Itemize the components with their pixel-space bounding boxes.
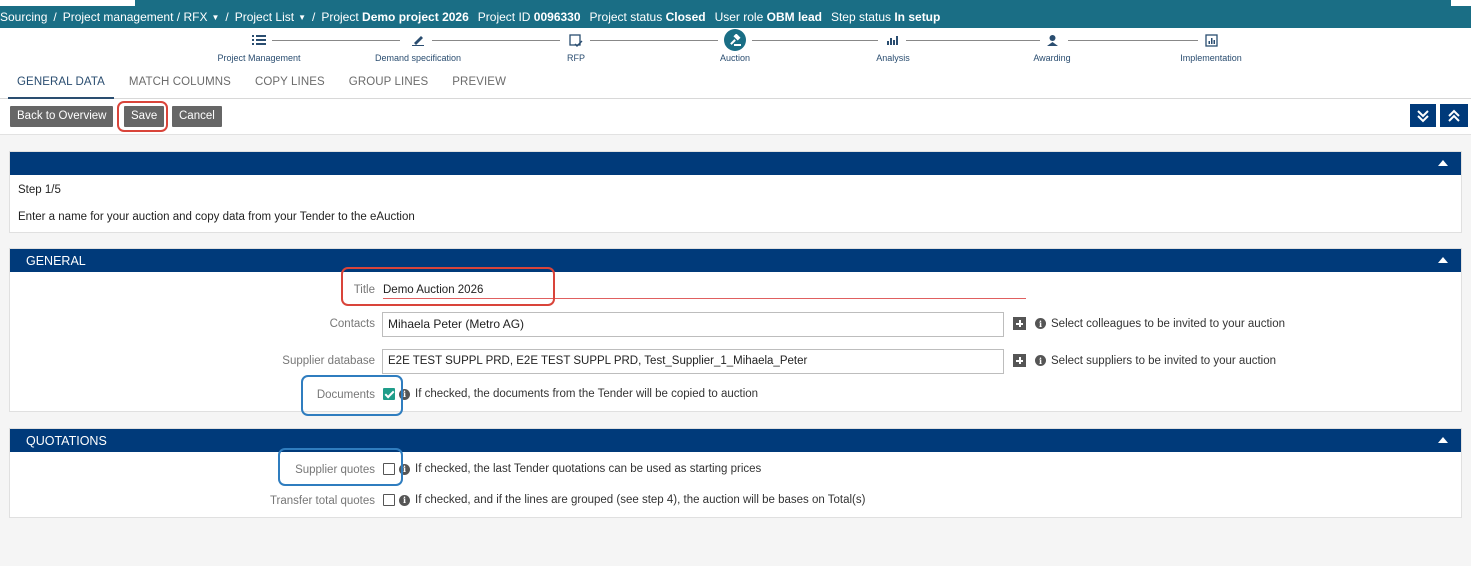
- step-label: Project Management: [217, 53, 301, 63]
- collapse-triangle-icon[interactable]: [1438, 257, 1448, 263]
- step-auction[interactable]: Auction: [665, 29, 805, 63]
- step-demand-specification[interactable]: Demand specification: [348, 30, 488, 63]
- quotations-panel: QUOTATIONS Supplier quotes i If checked,…: [9, 428, 1462, 518]
- supplier-database-input[interactable]: E2E TEST SUPPL PRD, E2E TEST SUPPL PRD, …: [382, 349, 1004, 374]
- collapse-triangle-icon[interactable]: [1438, 437, 1448, 443]
- tab-general-data[interactable]: GENERAL DATA: [8, 66, 114, 99]
- project-name-info: Project Demo project 2026: [321, 10, 469, 24]
- collapse-triangle-icon[interactable]: [1438, 160, 1448, 166]
- info-icon: i: [1035, 355, 1046, 366]
- supplier-hint-row: i Select suppliers to be invited to your…: [1013, 354, 1276, 367]
- tab-copy-lines[interactable]: COPY LINES: [246, 66, 334, 99]
- cancel-button[interactable]: Cancel: [172, 106, 222, 127]
- toolbar: Back to Overview Save Cancel: [0, 99, 1471, 135]
- intro-panel: Step 1/5 Enter a name for your auction a…: [9, 151, 1462, 233]
- top-bar: Sourcing / Project management / RFX ▼ / …: [0, 0, 1471, 28]
- contacts-hint-row: i Select colleagues to be invited to you…: [1013, 317, 1285, 330]
- tab-match-columns[interactable]: MATCH COLUMNS: [120, 66, 240, 99]
- documents-row: i If checked, the documents from the Ten…: [383, 388, 758, 400]
- step-label: Analysis: [876, 53, 910, 63]
- tab-bar: GENERAL DATA MATCH COLUMNS COPY LINES GR…: [0, 66, 1471, 99]
- contacts-hint: Select colleagues to be invited to your …: [1051, 317, 1285, 330]
- caret-down-icon[interactable]: ▼: [211, 13, 219, 22]
- step-analysis[interactable]: Analysis: [823, 30, 963, 63]
- user-role-info: User role OBM lead: [714, 10, 822, 24]
- caret-down-icon[interactable]: ▼: [298, 13, 306, 22]
- tab-group-lines[interactable]: GROUP LINES: [340, 66, 438, 99]
- supplier-database-label: Supplier database: [282, 355, 375, 367]
- project-status-info: Project status Closed: [589, 10, 706, 24]
- add-contact-icon[interactable]: [1013, 317, 1026, 330]
- breadcrumb: Sourcing / Project management / RFX ▼ / …: [0, 7, 949, 27]
- top-strip-left: [0, 0, 135, 6]
- add-supplier-icon[interactable]: [1013, 354, 1026, 367]
- title-label: Title: [353, 284, 375, 296]
- breadcrumb-project-management[interactable]: Project management / RFX: [63, 10, 208, 24]
- title-highlight: [341, 267, 555, 306]
- step-rfp[interactable]: RFP: [506, 30, 646, 63]
- supplier-quotes-row: i If checked, the last Tender quotations…: [383, 463, 761, 475]
- tab-preview[interactable]: PREVIEW: [443, 66, 515, 99]
- step-label: Awarding: [1033, 53, 1071, 63]
- step-label: RFP: [567, 53, 585, 63]
- step-implementation[interactable]: Implementation: [1141, 30, 1281, 63]
- collapse-all-button[interactable]: [1440, 104, 1468, 127]
- supplier-database-hint: Select suppliers to be invited to your a…: [1051, 354, 1277, 367]
- documents-hint: If checked, the documents from the Tende…: [415, 388, 759, 400]
- step-status-info: Step status In setup: [830, 10, 941, 24]
- expand-all-button[interactable]: [1410, 104, 1436, 127]
- intro-panel-header: [10, 152, 1461, 175]
- transfer-total-quotes-checkbox[interactable]: [383, 494, 395, 506]
- step-label: Implementation: [1180, 53, 1242, 63]
- info-icon: i: [1035, 318, 1046, 329]
- general-panel-title: GENERAL: [26, 253, 86, 268]
- project-id-info: Project ID 0096330: [477, 10, 581, 24]
- document-check-icon: [569, 33, 583, 47]
- breadcrumb-project-list[interactable]: Project List: [235, 10, 294, 24]
- quotations-panel-header: QUOTATIONS: [10, 429, 1461, 452]
- pen-icon: [412, 36, 424, 46]
- list-icon: [252, 35, 266, 45]
- step-label: Auction: [719, 53, 751, 63]
- supplier-quotes-highlight: [278, 448, 403, 486]
- breadcrumb-sourcing[interactable]: Sourcing: [0, 10, 47, 24]
- chart-board-icon: [1204, 33, 1218, 47]
- step-awarding[interactable]: Awarding: [982, 30, 1122, 63]
- award-icon: [1046, 34, 1058, 46]
- transfer-total-quotes-hint: If checked, and if the lines are grouped…: [415, 494, 866, 506]
- transfer-total-quotes-label: Transfer total quotes: [269, 495, 375, 507]
- process-stepper: Project Management Demand specification …: [0, 28, 1471, 66]
- quotations-panel-title: QUOTATIONS: [26, 433, 107, 448]
- step-project-management[interactable]: Project Management: [189, 30, 329, 63]
- gavel-icon: [729, 33, 741, 46]
- chevrons-down-icon: [1417, 109, 1429, 122]
- contacts-label: Contacts: [329, 318, 375, 330]
- transfer-total-quotes-row: i If checked, and if the lines are group…: [383, 494, 865, 506]
- step-label: Demand specification: [374, 53, 462, 63]
- step-indicator: Step 1/5: [18, 184, 61, 196]
- bar-chart-icon: [887, 36, 898, 45]
- documents-highlight: [301, 375, 403, 416]
- back-to-overview-button[interactable]: Back to Overview: [10, 106, 114, 127]
- breadcrumb-separator: /: [312, 10, 316, 24]
- chevrons-up-icon: [1448, 109, 1460, 122]
- info-icon: i: [399, 494, 410, 506]
- general-panel-header: GENERAL: [10, 249, 1461, 272]
- save-highlight: [117, 101, 168, 132]
- active-step-circle: [724, 29, 746, 51]
- breadcrumb-separator: /: [53, 10, 57, 24]
- breadcrumb-separator: /: [225, 10, 229, 24]
- intro-text: Enter a name for your auction and copy d…: [18, 211, 415, 223]
- contacts-input[interactable]: Mihaela Peter (Metro AG): [382, 312, 1004, 337]
- supplier-quotes-hint: If checked, the last Tender quotations c…: [415, 463, 762, 475]
- general-panel: GENERAL Title Demo Auction 2026 Contacts…: [9, 248, 1462, 412]
- top-strip-right: [1451, 0, 1471, 6]
